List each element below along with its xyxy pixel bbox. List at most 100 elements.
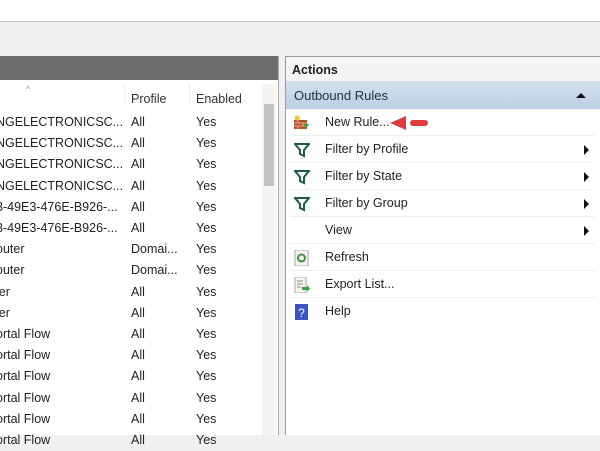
profile-cell: All — [131, 136, 145, 151]
enabled-cell: Yes — [196, 369, 217, 384]
rule-name-cell: outer — [0, 242, 25, 257]
rule-name-cell: ortal Flow — [0, 369, 51, 384]
section-label: Outbound Rules — [294, 88, 388, 103]
table-row[interactable]: ortal Flow All Yes — [0, 388, 262, 409]
column-header-profile[interactable]: Profile — [131, 92, 166, 106]
profile-cell: Domai... — [131, 263, 178, 278]
export-icon — [294, 277, 310, 293]
actions-title: Actions — [286, 57, 600, 82]
filter-icon — [294, 143, 310, 158]
enabled-cell: Yes — [196, 136, 217, 151]
profile-cell: All — [131, 221, 145, 235]
action-export-list[interactable]: Export List... — [290, 271, 595, 298]
enabled-cell: Yes — [196, 221, 217, 235]
rule-name-cell: NGELECTRONICSC... — [0, 136, 124, 151]
profile-cell: All — [131, 348, 145, 363]
profile-cell: All — [131, 369, 145, 384]
rule-name-cell: ortal Flow — [0, 327, 51, 341]
help-icon: ? — [295, 304, 308, 320]
enabled-cell: Yes — [196, 390, 217, 405]
column-divider[interactable] — [189, 84, 190, 106]
rule-name-cell: ortal Flow — [0, 390, 51, 405]
table-row[interactable]: NGELECTRONICSC... All Yes — [0, 133, 262, 154]
filter-icon — [294, 197, 310, 212]
enabled-cell: Yes — [196, 411, 217, 426]
profile-cell: All — [131, 115, 145, 129]
enabled-cell: Yes — [196, 305, 217, 320]
profile-cell: All — [131, 411, 145, 426]
rule-name-cell: NGELECTRONICSC... — [0, 157, 124, 172]
table-row[interactable]: outer Domai... Yes — [0, 239, 262, 260]
action-filter-by-group[interactable]: Filter by Group — [290, 190, 595, 217]
action-label: View — [325, 223, 352, 237]
action-help[interactable]: ? Help — [290, 298, 595, 325]
action-label: New Rule... — [325, 115, 390, 129]
enabled-cell: Yes — [196, 115, 217, 129]
action-view[interactable]: View — [290, 217, 595, 244]
table-row[interactable]: ortal Flow All Yes — [0, 345, 262, 366]
table-row[interactable]: NGELECTRONICSC... All Yes — [0, 176, 262, 197]
table-row[interactable]: ortal Flow All Yes — [0, 366, 262, 387]
red-pointer-arrow-icon — [390, 116, 428, 130]
scrollbar-thumb[interactable] — [264, 104, 274, 186]
rule-name-cell: 3-49E3-476E-B926-... — [0, 221, 118, 235]
refresh-icon — [294, 250, 309, 266]
table-row[interactable]: 3-49E3-476E-B926-... All Yes — [0, 197, 262, 218]
rule-name-cell: outer — [0, 263, 25, 278]
table-header: ^ Profile Enabled — [0, 84, 262, 114]
profile-cell: Domai... — [131, 242, 178, 257]
submenu-arrow-icon — [584, 226, 589, 236]
enabled-cell: Yes — [196, 348, 217, 363]
action-label: Refresh — [325, 250, 369, 264]
action-filter-by-state[interactable]: Filter by State — [290, 163, 595, 190]
rule-name-cell: NGELECTRONICSC... — [0, 178, 124, 193]
table-row[interactable]: ortal Flow All Yes — [0, 430, 262, 451]
table-row[interactable]: NGELECTRONICSC... All Yes — [0, 154, 262, 175]
column-header-enabled[interactable]: Enabled — [196, 92, 242, 106]
rule-name-cell: 3-49E3-476E-B926-... — [0, 199, 118, 214]
action-refresh[interactable]: Refresh — [290, 244, 595, 271]
enabled-cell: Yes — [196, 242, 217, 257]
profile-cell: All — [131, 284, 145, 299]
table-row[interactable]: 3-49E3-476E-B926-... All Yes — [0, 218, 262, 239]
enabled-cell: Yes — [196, 157, 217, 172]
table-row[interactable]: NGELECTRONICSC... All Yes — [0, 112, 262, 133]
sort-ascending-icon[interactable]: ^ — [26, 84, 30, 94]
table-row[interactable]: ler All Yes — [0, 282, 262, 303]
action-label: Help — [325, 304, 351, 318]
table-row[interactable]: outer Domai... Yes — [0, 260, 262, 281]
enabled-cell: Yes — [196, 199, 217, 214]
action-new-rule[interactable]: New Rule... — [290, 109, 595, 136]
action-filter-by-profile[interactable]: Filter by Profile — [290, 136, 595, 163]
rule-name-cell: NGELECTRONICSC... — [0, 115, 124, 129]
enabled-cell: Yes — [196, 178, 217, 193]
table-row[interactable]: ortal Flow All Yes — [0, 409, 262, 430]
svg-text:?: ? — [298, 306, 305, 320]
top-bar — [0, 0, 600, 22]
new-rule-icon — [294, 115, 309, 129]
rule-name-cell: ler — [0, 305, 10, 320]
rule-name-cell: ler — [0, 284, 10, 299]
column-divider[interactable] — [124, 84, 125, 106]
table-row[interactable]: ortal Flow All Yes — [0, 324, 262, 345]
profile-cell: All — [131, 390, 145, 405]
outbound-rules-section-header[interactable]: Outbound Rules — [286, 82, 600, 109]
submenu-arrow-icon — [584, 172, 589, 182]
actions-pane: Actions Outbound Rules New Rule... Filte… — [285, 56, 600, 435]
table-row[interactable]: ler All Yes — [0, 303, 262, 324]
collapse-caret-icon[interactable] — [576, 93, 586, 98]
pane-header-bar — [0, 56, 278, 80]
enabled-cell: Yes — [196, 433, 217, 447]
enabled-cell: Yes — [196, 263, 217, 278]
action-label: Filter by Group — [325, 196, 408, 210]
action-label: Filter by Profile — [325, 142, 409, 156]
profile-cell: All — [131, 157, 145, 172]
vertical-scrollbar[interactable] — [262, 84, 276, 435]
profile-cell: All — [131, 199, 145, 214]
profile-cell: All — [131, 327, 145, 341]
enabled-cell: Yes — [196, 327, 217, 341]
filter-icon — [294, 170, 310, 185]
rule-name-cell: ortal Flow — [0, 411, 51, 426]
rule-name-cell: ortal Flow — [0, 348, 51, 363]
action-label: Export List... — [325, 277, 395, 291]
